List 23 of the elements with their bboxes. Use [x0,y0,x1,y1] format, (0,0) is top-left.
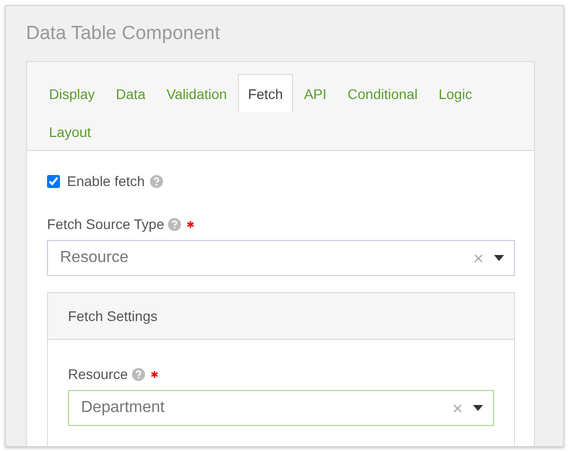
tab[interactable]: Logic [428,74,482,112]
help-icon[interactable] [168,218,182,230]
caret-icon[interactable] [473,405,483,411]
tab[interactable]: Fetch [238,74,293,112]
clear-icon[interactable] [474,254,483,262]
tab[interactable]: Conditional [338,74,428,112]
tab[interactable]: Validation [156,74,237,112]
field-label: Resource [68,366,128,382]
select-field[interactable]: Resource [47,240,515,276]
caret-icon[interactable] [494,255,504,261]
help-icon[interactable] [150,174,163,188]
help-icon[interactable] [132,368,145,380]
dialog-title: Data Table Component [26,22,221,46]
select-field[interactable]: Department [68,390,494,426]
panel-title: Fetch Settings [68,308,158,324]
enable-fetch-checkbox[interactable] [47,174,60,188]
tab[interactable]: Display [39,74,105,112]
field-label: Fetch Source Type [47,216,164,232]
tab[interactable]: API [294,74,337,112]
tab[interactable]: Data [106,74,156,112]
tab[interactable]: Layout [39,112,102,150]
clear-icon[interactable] [453,404,462,412]
checkbox-label: Enable fetch [67,173,145,189]
